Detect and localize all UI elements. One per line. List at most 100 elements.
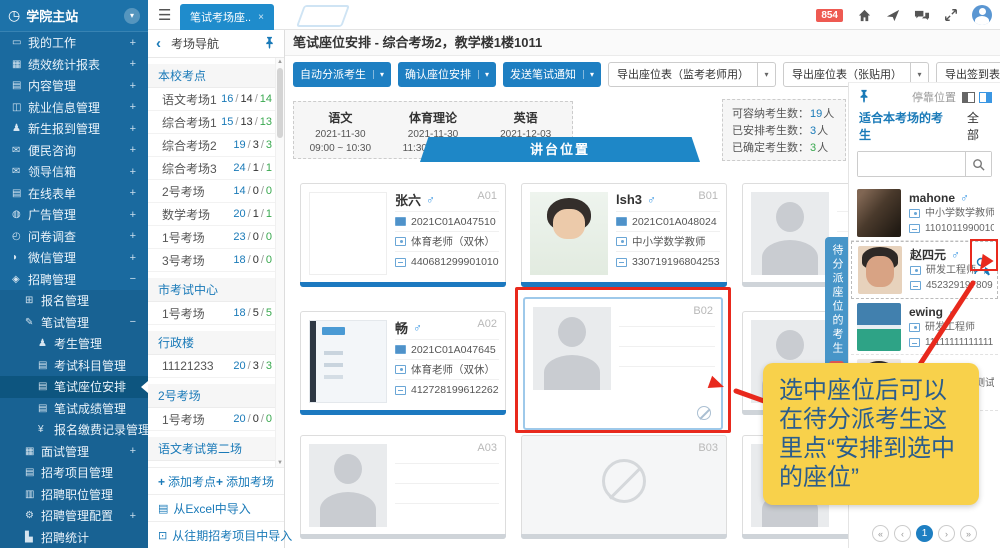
- expand-toggle-icon[interactable]: +: [130, 445, 148, 457]
- import-excel-button[interactable]: ▤ 从Excel中导入: [148, 494, 284, 521]
- room-row[interactable]: 综合考场3 24/1/1: [148, 157, 284, 180]
- assign-to-seat-icon[interactable]: [972, 254, 994, 280]
- expand-toggle-icon[interactable]: +: [130, 510, 148, 522]
- sidebar-item[interactable]: ▭ 我的工作 +: [0, 32, 148, 54]
- seat-card[interactable]: B02: [523, 297, 723, 430]
- brand[interactable]: ◷ 学院主站 ▾: [0, 0, 148, 32]
- sidebar-item[interactable]: ▤ 笔试成绩管理: [0, 398, 148, 420]
- sidebar-item[interactable]: ▤ 笔试座位安排: [0, 376, 148, 398]
- room-row[interactable]: 2号考场 //: [148, 384, 284, 408]
- sidebar-item[interactable]: ▥ 招聘职位管理: [0, 484, 148, 506]
- sidebar-item[interactable]: ✉ 便民咨询 +: [0, 140, 148, 162]
- seat-card[interactable]: A03: [300, 435, 506, 539]
- first-page-button[interactable]: «: [872, 525, 889, 542]
- room-row[interactable]: 语文考试第二场 //: [148, 437, 284, 461]
- next-page-button[interactable]: ›: [938, 525, 955, 542]
- expand-toggle-icon[interactable]: +: [130, 58, 148, 70]
- expand-toggle-icon[interactable]: +: [130, 101, 148, 113]
- room-row[interactable]: 市考试中心 //: [148, 278, 284, 302]
- scroll-down-icon[interactable]: ▼: [276, 460, 284, 466]
- pin-icon[interactable]: [263, 36, 276, 52]
- import-previous-button[interactable]: ⊡ 从往期招考项目中导入: [148, 521, 284, 548]
- expand-toggle-icon[interactable]: +: [130, 144, 148, 156]
- expand-toggle-icon[interactable]: +: [130, 166, 148, 178]
- expand-toggle-icon[interactable]: +: [130, 80, 148, 92]
- expand-toggle-icon[interactable]: +: [130, 187, 148, 199]
- expand-toggle-icon[interactable]: +: [130, 37, 148, 49]
- primary-action-button[interactable]: 发送笔试通知 ▾: [503, 62, 601, 87]
- collapse-arrow-icon[interactable]: ‹: [156, 35, 161, 52]
- sidebar-item[interactable]: ⊞ 报名管理: [0, 290, 148, 312]
- room-row[interactable]: 数学考场 20/1/1: [148, 203, 284, 226]
- dock-right-icon[interactable]: [979, 92, 992, 103]
- seat-card[interactable]: B03: [521, 435, 727, 539]
- sidebar-item[interactable]: ¥ 报名缴费记录管理: [0, 419, 148, 441]
- expand-icon[interactable]: [943, 7, 959, 23]
- expand-toggle-icon[interactable]: −: [130, 273, 148, 285]
- pin-icon[interactable]: [857, 89, 871, 106]
- scroll-up-icon[interactable]: ▲: [276, 59, 284, 65]
- search-input[interactable]: [858, 152, 965, 176]
- add-point-button[interactable]: +添加考点: [158, 473, 216, 490]
- sidebar-item[interactable]: ▤ 考试科目管理: [0, 355, 148, 377]
- close-icon[interactable]: ×: [258, 12, 264, 23]
- room-row[interactable]: 综合考场1 15/13/13: [148, 111, 284, 134]
- room-row[interactable]: 综合考场2 19/3/3: [148, 134, 284, 157]
- expand-toggle-icon[interactable]: +: [130, 123, 148, 135]
- room-row[interactable]: 本校考点 //: [148, 64, 284, 88]
- sidebar-item[interactable]: ▤ 内容管理 +: [0, 75, 148, 97]
- tab-all-candidates[interactable]: 全部: [967, 109, 990, 143]
- dropdown-caret-icon[interactable]: ▾: [583, 70, 594, 79]
- expand-toggle-icon[interactable]: −: [130, 316, 148, 328]
- sidebar-item[interactable]: ♟ 新生报到管理 +: [0, 118, 148, 140]
- sidebar-item[interactable]: ▦ 绩效统计报表 +: [0, 54, 148, 76]
- sidebar-item[interactable]: ✉ 领导信箱 +: [0, 161, 148, 183]
- seat-card[interactable]: A02 畅♂ 2021C01A047645 体育老师（双休） 412728199…: [300, 311, 506, 415]
- dock-left-icon[interactable]: [962, 92, 975, 103]
- room-row[interactable]: 1号考场 20/0/0: [148, 408, 284, 431]
- expand-toggle-icon[interactable]: +: [130, 209, 148, 221]
- tab-seat-arrangement[interactable]: 笔试考场座.. ×: [180, 4, 274, 30]
- hamburger-icon[interactable]: ☰: [158, 6, 171, 24]
- sidebar-item[interactable]: ⚙ 招聘管理配置 +: [0, 505, 148, 527]
- scroll-thumb[interactable]: [277, 68, 283, 138]
- sidebar-item[interactable]: ◈ 招聘管理 −: [0, 269, 148, 291]
- sidebar-item[interactable]: ▙ 招聘统计: [0, 527, 148, 548]
- candidate-row[interactable]: 赵四元♂ 研发工程师 45232919780911: [851, 241, 998, 299]
- room-row[interactable]: 3号考场 18/0/0: [148, 249, 284, 272]
- expand-toggle-icon[interactable]: +: [130, 252, 148, 264]
- room-row[interactable]: 1号考场 18/5/5: [148, 302, 284, 325]
- dropdown-caret-icon[interactable]: ▾: [758, 62, 776, 87]
- prev-page-button[interactable]: ‹: [894, 525, 911, 542]
- dropdown-caret-icon[interactable]: ▾: [373, 70, 384, 79]
- room-row[interactable]: 1号考场 23/0/0: [148, 226, 284, 249]
- pending-candidates-tab[interactable]: 待分派座位的考生 4: [825, 237, 848, 382]
- sidebar-item[interactable]: ▤ 招考项目管理: [0, 462, 148, 484]
- tab-fit-candidates[interactable]: 适合本考场的考生: [859, 109, 951, 143]
- candidate-row[interactable]: mahone♂ 中小学数学教师 110101199001017030: [851, 185, 998, 241]
- add-room-button[interactable]: +添加考场: [216, 473, 274, 490]
- home-icon[interactable]: [856, 7, 872, 23]
- export-button[interactable]: 导出座位表（监考老师用） ▾: [608, 62, 776, 87]
- sidebar-item[interactable]: ◫ 就业信息管理 +: [0, 97, 148, 119]
- sidebar-item[interactable]: ◍ 广告管理 +: [0, 204, 148, 226]
- sidebar-item[interactable]: ◗ 微信管理 +: [0, 247, 148, 269]
- shortcut-icon[interactable]: [885, 7, 901, 23]
- sidebar-item[interactable]: ◴ 问卷调查 +: [0, 226, 148, 248]
- last-page-button[interactable]: »: [960, 525, 977, 542]
- primary-action-button[interactable]: 自动分派考生 ▾: [293, 62, 391, 87]
- sidebar-item[interactable]: ✎ 笔试管理 −: [0, 312, 148, 334]
- scrollbar[interactable]: ▲ ▼: [275, 58, 284, 467]
- room-row[interactable]: 11121233 20/3/3: [148, 355, 284, 378]
- room-row[interactable]: 行政楼 //: [148, 331, 284, 355]
- candidate-row[interactable]: ewing♂ 研发工程师 11111111111111: [851, 299, 998, 355]
- notification-badge[interactable]: 854: [816, 9, 843, 22]
- search-icon[interactable]: [965, 152, 991, 176]
- seat-card[interactable]: B01 lsh3♂ 2021C01A048024 中小学数学教师 3307191…: [521, 183, 727, 287]
- sidebar-item[interactable]: ▤ 在线表单 +: [0, 183, 148, 205]
- messages-icon[interactable]: [914, 7, 930, 23]
- primary-action-button[interactable]: 确认座位安排 ▾: [398, 62, 496, 87]
- seat-card[interactable]: A01 张六♂ 2021C01A047510 体育老师（双休） 44068129…: [300, 183, 506, 287]
- clear-seat-icon[interactable]: [697, 406, 711, 420]
- dropdown-caret-icon[interactable]: ▾: [478, 70, 489, 79]
